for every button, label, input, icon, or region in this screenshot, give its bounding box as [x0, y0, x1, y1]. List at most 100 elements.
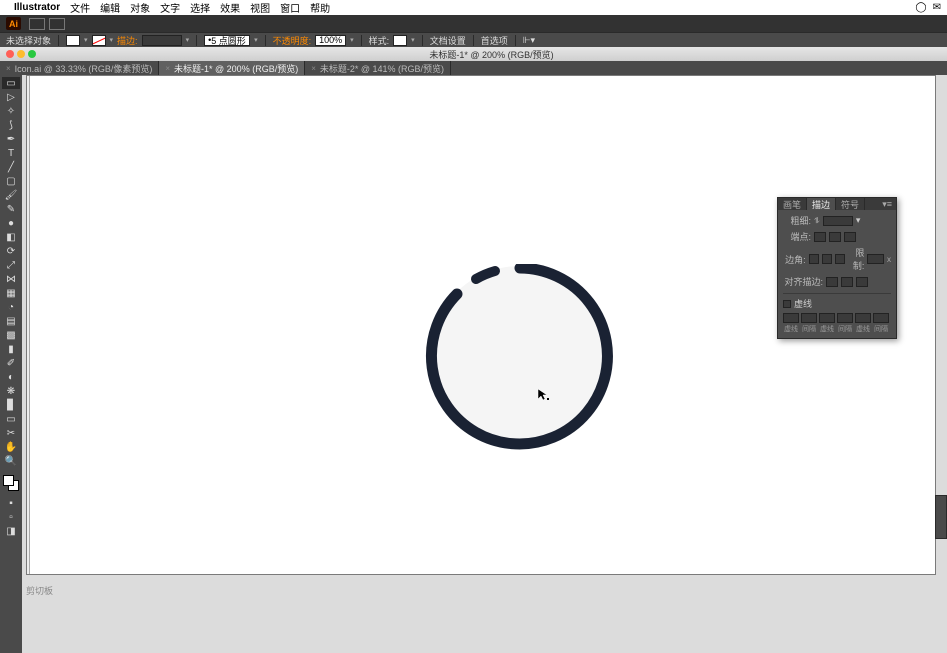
zoom-icon[interactable] — [28, 50, 36, 58]
lasso-tool[interactable]: ⟆ — [2, 119, 20, 131]
tab-close-icon[interactable]: × — [6, 64, 11, 73]
paintbrush-tool[interactable]: 🖌 — [2, 189, 20, 201]
shield-menu-icon[interactable]: ◯ — [915, 2, 926, 13]
close-icon[interactable] — [6, 50, 14, 58]
hand-tool[interactable]: ✋ — [2, 441, 20, 453]
gap-2-input[interactable] — [837, 313, 853, 323]
limit-input[interactable] — [867, 254, 884, 264]
dash-1-input[interactable] — [783, 313, 799, 323]
line-tool[interactable]: ╱ — [2, 161, 20, 173]
slice-tool[interactable]: ✂ — [2, 427, 20, 439]
menu-effect[interactable]: 效果 — [220, 0, 240, 15]
dash-2-input[interactable] — [819, 313, 835, 323]
fill-stroke-swatch[interactable] — [3, 475, 19, 491]
eraser-tool[interactable]: ◧ — [2, 231, 20, 243]
weight-stepper-icon[interactable]: ⥮ — [814, 216, 820, 226]
panel-tab-symbol[interactable]: 符号 — [836, 198, 865, 210]
shape-builder-tool[interactable]: ◔ — [2, 301, 20, 313]
menu-edit[interactable]: 编辑 — [100, 0, 120, 15]
menu-window[interactable]: 窗口 — [280, 0, 300, 15]
selection-tool[interactable]: ▭ — [2, 77, 20, 89]
magic-wand-tool[interactable]: ✧ — [2, 105, 20, 117]
collapsed-panel-dock[interactable] — [935, 495, 947, 539]
tab-untitled-1[interactable]: ×未标题-1* @ 200% (RGB/预览) — [159, 61, 305, 75]
gap-3-input[interactable] — [873, 313, 889, 323]
direct-selection-tool[interactable]: ▷ — [2, 91, 20, 103]
brush-field[interactable]: • 5 点圆形 — [204, 35, 250, 46]
tab-icon-ai[interactable]: ×Icon.ai @ 33.33% (RGB/像素预览) — [0, 61, 159, 75]
blob-brush-tool[interactable]: ● — [2, 217, 20, 229]
menu-object[interactable]: 对象 — [130, 0, 150, 15]
window-title: 未标题-1* @ 200% (RGB/预览) — [429, 48, 553, 61]
type-tool[interactable]: T — [2, 147, 20, 159]
cap-butt-button[interactable] — [814, 232, 826, 242]
tab-close-icon[interactable]: × — [165, 64, 170, 73]
artboard-tool[interactable]: ▭ — [2, 413, 20, 425]
zoom-tool[interactable]: 🔍 — [2, 455, 20, 467]
corner-bevel-button[interactable] — [835, 254, 845, 264]
align-button[interactable]: ⊩▾ — [523, 35, 535, 46]
rotate-tool[interactable]: ⟳ — [2, 245, 20, 257]
canvas-area[interactable]: 剪切板 画笔 描边 符号 ▾≡ 粗细: ⥮ ▾ — [22, 75, 947, 653]
ai-logo-icon: Ai — [6, 17, 21, 30]
change-screen-icon[interactable]: ◨ — [2, 525, 20, 537]
doc-setup-button[interactable]: 文档设置 — [430, 34, 466, 47]
eyedropper-tool[interactable]: ✐ — [2, 357, 20, 369]
opacity-label[interactable]: 不透明度: — [273, 34, 312, 47]
document-window: 未标题-1* @ 200% (RGB/预览) ×Icon.ai @ 33.33%… — [0, 47, 947, 653]
align-inside-button[interactable] — [841, 277, 853, 287]
opacity-field[interactable]: 100% — [315, 35, 346, 46]
menu-file[interactable]: 文件 — [70, 0, 90, 15]
gradient-tool[interactable]: ▮ — [2, 343, 20, 355]
panel-tab-brush[interactable]: 画笔 — [778, 198, 807, 210]
menu-view[interactable]: 视图 — [250, 0, 270, 15]
blend-tool[interactable]: ◐ — [2, 371, 20, 383]
panel-tab-stroke[interactable]: 描边 — [807, 198, 836, 210]
tab-close-icon[interactable]: × — [311, 64, 316, 73]
menu-help[interactable]: 帮助 — [310, 0, 330, 15]
mesh-tool[interactable]: ▩ — [2, 329, 20, 341]
cap-round-button[interactable] — [829, 232, 841, 242]
align-outside-button[interactable] — [856, 277, 868, 287]
weight-input[interactable] — [823, 216, 853, 226]
corner-round-button[interactable] — [822, 254, 832, 264]
pencil-tool[interactable]: ✎ — [2, 203, 20, 215]
color-mode-icon[interactable]: ▪ — [2, 497, 20, 509]
cap-square-button[interactable] — [844, 232, 856, 242]
panel-menu-icon[interactable]: ▾≡ — [878, 198, 896, 210]
free-transform-tool[interactable]: ▦ — [2, 287, 20, 299]
weight-dropdown-icon[interactable]: ▾ — [856, 215, 861, 226]
prefs-button[interactable]: 首选项 — [481, 34, 508, 47]
cursor-icon — [537, 388, 551, 402]
dash-checkbox[interactable] — [783, 300, 791, 308]
menu-app[interactable]: Illustrator — [14, 2, 60, 13]
arrange-button[interactable] — [49, 18, 65, 30]
tab-untitled-2[interactable]: ×未标题-2* @ 141% (RGB/预览) — [305, 61, 451, 75]
menu-select[interactable]: 选择 — [190, 0, 210, 15]
align-center-button[interactable] — [826, 277, 838, 287]
stroke-swatch[interactable] — [92, 35, 106, 46]
stroke-label[interactable]: 描边: — [117, 34, 138, 47]
menu-type[interactable]: 文字 — [160, 0, 180, 15]
screen-mode-icon[interactable]: ▫ — [2, 511, 20, 523]
wechat-menu-icon[interactable]: ✉ — [933, 2, 941, 13]
graph-tool[interactable]: ▊ — [2, 399, 20, 411]
width-tool[interactable]: ⋈ — [2, 273, 20, 285]
symbol-sprayer-tool[interactable]: ❋ — [2, 385, 20, 397]
gap-1-input[interactable] — [801, 313, 817, 323]
scale-tool[interactable]: ⤢ — [2, 259, 20, 271]
style-label[interactable]: 样式: — [369, 34, 390, 47]
artwork-circle[interactable] — [422, 264, 622, 464]
minimize-icon[interactable] — [17, 50, 25, 58]
bridge-button[interactable] — [29, 18, 45, 30]
style-swatch[interactable] — [393, 35, 407, 46]
fill-swatch[interactable] — [66, 35, 80, 46]
rectangle-tool[interactable]: ▢ — [2, 175, 20, 187]
mac-menu-bar: Illustrator 文件 编辑 对象 文字 选择 效果 视图 窗口 帮助 ◯… — [0, 0, 947, 15]
dash-3-input[interactable] — [855, 313, 871, 323]
corner-miter-button[interactable] — [809, 254, 819, 264]
stroke-weight-field[interactable] — [142, 35, 182, 46]
status-text: 剪切板 — [26, 584, 53, 597]
pen-tool[interactable]: ✒ — [2, 133, 20, 145]
perspective-tool[interactable]: ▤ — [2, 315, 20, 327]
